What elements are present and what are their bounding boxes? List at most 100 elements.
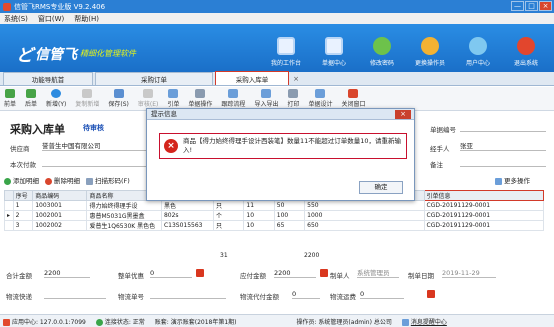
billno-label: 单据编号 [430,126,456,134]
menubar: 系统(S) 窗口(W) 帮助(H) [0,13,554,24]
total-label: 合计金额 [6,272,32,280]
col-reference-info[interactable]: 引单信息 [423,190,545,201]
maximize-button[interactable]: □ [525,1,538,11]
power-icon [517,37,535,55]
save-button[interactable]: 保存(S) [108,89,129,108]
gear-icon [195,89,206,98]
logo-mark: ど [16,46,33,66]
reference-button[interactable]: 引单 [167,89,179,108]
nav-documents[interactable]: 单据中心 [310,26,358,70]
cod-label: 物流代付金额 [240,293,279,301]
minimize-button[interactable]: — [511,1,524,11]
close-window-button[interactable]: 关闭窗口 [341,89,366,108]
check-icon [95,318,103,326]
tab-purchase-order[interactable]: 采购订单 [95,72,213,85]
app-icon [3,2,11,11]
ship-field[interactable] [44,289,106,299]
delete-detail-button[interactable]: 删除明细 [45,175,80,185]
audit-button[interactable]: 审核(E) [138,89,158,108]
barcode-icon [86,177,93,185]
close-button[interactable]: × [539,1,552,11]
nav-workbench[interactable]: 我的工作台 [262,26,310,70]
tab-navigation-home[interactable]: 功能导航首 [3,72,93,85]
monitor-icon [277,37,295,55]
billno-field[interactable] [460,122,546,132]
brand-logo: ど 信管飞 精细化管理软件 [16,41,136,66]
window-title: 信管飞RMS专业版 V9.2.406 [14,2,106,11]
check-icon [143,89,154,98]
prev-button[interactable]: 前单 [4,89,16,108]
nav-switch-operator[interactable]: 更换操作员 [406,26,454,70]
more-actions-button[interactable]: 更多操作 [495,175,530,185]
maker-label: 制单人 [330,272,350,280]
supplier-label: 供应商 [10,145,30,153]
discount-label: 整单优惠 [118,272,144,280]
menu-window[interactable]: 窗口(W) [38,14,64,24]
nav-change-password[interactable]: 修改密码 [358,26,406,70]
col-code[interactable]: 商品编码 [32,190,88,201]
table-row[interactable]: ▸ 2 1002001 惠普M5031G黑墨盒 802s 个 10 100 1000 CGD-2… [4,210,545,221]
trackno-field[interactable] [150,289,226,299]
ship-label: 物流快递 [6,293,32,301]
app-center-status: 应用中心: 127.0.0.1:7099 [3,317,86,326]
cod-field[interactable]: 0 [292,289,320,299]
status-badge: 待审核 [83,124,104,132]
calculator-icon[interactable] [196,269,204,277]
arrow-left-icon [5,89,15,98]
flow-icon [228,89,239,98]
nav-user-center[interactable]: 用户中心 [454,26,502,70]
track-flow-button[interactable]: 跟踪流程 [221,89,245,108]
printer-icon [288,89,299,98]
handler-label: 经手人 [430,145,450,153]
new-button[interactable]: 新增(Y) [46,89,66,108]
menu-help[interactable]: 帮助(H) [74,14,99,24]
menu-system[interactable]: 系统(S) [4,14,28,24]
payable-field[interactable]: 2200 [274,268,316,278]
document-tabs: 功能导航首 采购订单 采购入库单 × [0,71,554,86]
table-row[interactable]: 3 1002002 爱普生1Q6530K 黑色色 C13S015563 只 10 65 650… [4,220,545,231]
dialog-close-button[interactable]: × [395,110,411,119]
trackno-label: 物流单号 [118,293,144,301]
handler-field[interactable]: 张亚 [460,141,546,151]
tab-purchase-receipt[interactable]: 采购入库单 × [215,71,299,85]
calculator-icon[interactable] [427,290,435,298]
next-button[interactable]: 后单 [25,89,37,108]
payment-field[interactable] [42,157,146,167]
col-index[interactable]: 序号 [12,190,34,201]
dialog-ok-button[interactable]: 确定 [359,181,403,194]
globe-icon [469,37,487,55]
scan-barcode-button[interactable]: 扫描形码(F) [86,175,130,185]
dialog-message-box: × 商品【得力始终得理手设计西装笔】数量11不能超过订单数量10，请重新输入! [159,133,407,159]
maker-field: 系统管理员 [357,268,399,278]
copy-icon [82,89,93,98]
date-field: 2019-11-29 [442,268,496,278]
dialog-title: 提示信息 [151,110,177,118]
total-field[interactable]: 2200 [44,268,90,278]
minus-icon [45,177,52,185]
note-label: 备注 [430,161,443,169]
nav-exit[interactable]: 退出系统 [502,26,550,70]
message-center[interactable]: 消息提醒中心 [401,317,447,326]
add-detail-button[interactable]: 添加明细 [4,175,39,185]
freight-field[interactable]: 0 [360,289,404,299]
copy-new-button[interactable]: 复制新增 [75,89,99,108]
plus-icon [4,177,11,185]
discount-field[interactable]: 0 [150,268,192,278]
connection-status: 连接状态: 正常 [95,317,145,326]
window-titlebar: 信管飞RMS专业版 V9.2.406 — □ × [0,0,554,13]
supplier-field[interactable]: 誉普生中国有限公司 [42,141,146,151]
tab-close-icon[interactable]: × [293,75,299,83]
row-pointer-icon: ▸ [4,210,14,221]
user-icon [421,37,439,55]
print-button[interactable]: 打印 [287,89,299,108]
menu-icon [495,177,502,185]
table-row[interactable]: 1 1003001 得力始终得理手设 黑色只 11 50 550 CGD-20191129-0… [4,200,545,211]
design-button[interactable]: 单据设计 [308,89,332,108]
import-export-button[interactable]: 导入导出 [254,89,278,108]
calculator-icon[interactable] [320,269,328,277]
key-icon [373,37,391,55]
sum-qty: 31 [220,252,228,259]
note-field[interactable] [460,157,546,167]
bill-actions-button[interactable]: 单据操作 [188,89,212,108]
app-icon [3,318,10,326]
